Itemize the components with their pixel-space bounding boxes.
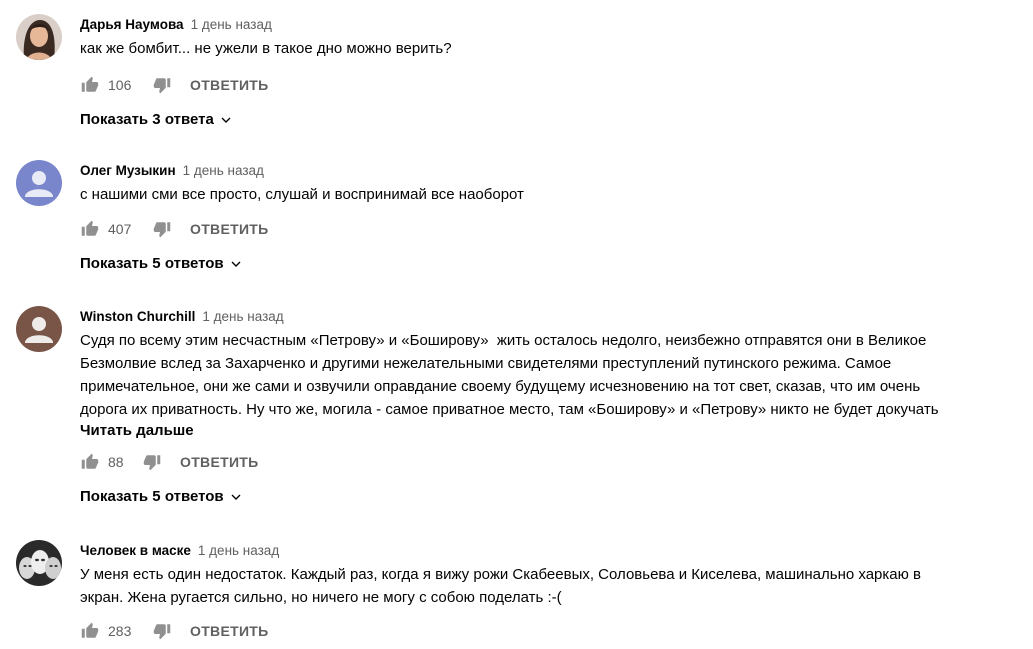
- comment-author[interactable]: Человек в маске: [80, 543, 191, 558]
- comment-text: с нашими сми все просто, слушай и воспри…: [80, 186, 524, 203]
- show-replies-label: Показать 3 ответа: [80, 111, 214, 128]
- show-replies-label: Показать 5 ответов: [80, 255, 224, 272]
- reply-button[interactable]: ОТВЕТИТЬ: [190, 221, 269, 237]
- reply-button[interactable]: ОТВЕТИТЬ: [190, 623, 269, 639]
- comment-text: как же бомбит... не ужели в такое дно мо…: [80, 40, 452, 57]
- reply-button[interactable]: ОТВЕТИТЬ: [190, 77, 269, 93]
- thumb-up-icon[interactable]: [80, 75, 100, 95]
- show-replies-button[interactable]: Показать 3 ответа: [80, 109, 234, 131]
- like-count: 106: [108, 77, 132, 93]
- comment-timestamp[interactable]: 1 день назад: [202, 309, 283, 324]
- comment-timestamp[interactable]: 1 день назад: [191, 17, 272, 32]
- chevron-down-icon: [231, 261, 241, 267]
- avatar[interactable]: [16, 14, 62, 60]
- comment-text: Судя по всему этим несчастным «Петрову» …: [80, 332, 939, 418]
- thumb-down-icon[interactable]: [152, 75, 172, 95]
- comment-text: У меня есть один недостаток. Каждый раз,…: [80, 566, 921, 606]
- thumb-down-icon[interactable]: [142, 452, 162, 472]
- show-replies-label: Показать 5 ответов: [80, 488, 224, 505]
- chevron-down-icon: [231, 494, 241, 500]
- thumb-down-icon[interactable]: [152, 219, 172, 239]
- comment-author[interactable]: Олег Музыкин: [80, 163, 176, 178]
- like-count: 407: [108, 221, 132, 237]
- avatar[interactable]: [16, 540, 62, 586]
- avatar[interactable]: [16, 160, 62, 206]
- comment-timestamp[interactable]: 1 день назад: [183, 163, 264, 178]
- like-count: 283: [108, 623, 132, 639]
- reply-button[interactable]: ОТВЕТИТЬ: [180, 454, 259, 470]
- chevron-down-icon: [221, 117, 231, 123]
- show-replies-button[interactable]: Показать 5 ответов: [80, 253, 244, 275]
- thumb-up-icon[interactable]: [80, 219, 100, 239]
- comment-author[interactable]: Winston Churchill: [80, 309, 195, 324]
- thumb-up-icon[interactable]: [80, 621, 100, 641]
- thumb-down-icon[interactable]: [152, 621, 172, 641]
- avatar[interactable]: [16, 306, 62, 352]
- thumb-up-icon[interactable]: [80, 452, 100, 472]
- like-count: 88: [108, 454, 124, 470]
- comment-author[interactable]: Дарья Наумова: [80, 17, 184, 32]
- read-more-link[interactable]: Читать дальше: [80, 420, 1026, 442]
- show-replies-button[interactable]: Показать 5 ответов: [80, 486, 244, 508]
- comment-timestamp[interactable]: 1 день назад: [198, 543, 279, 558]
